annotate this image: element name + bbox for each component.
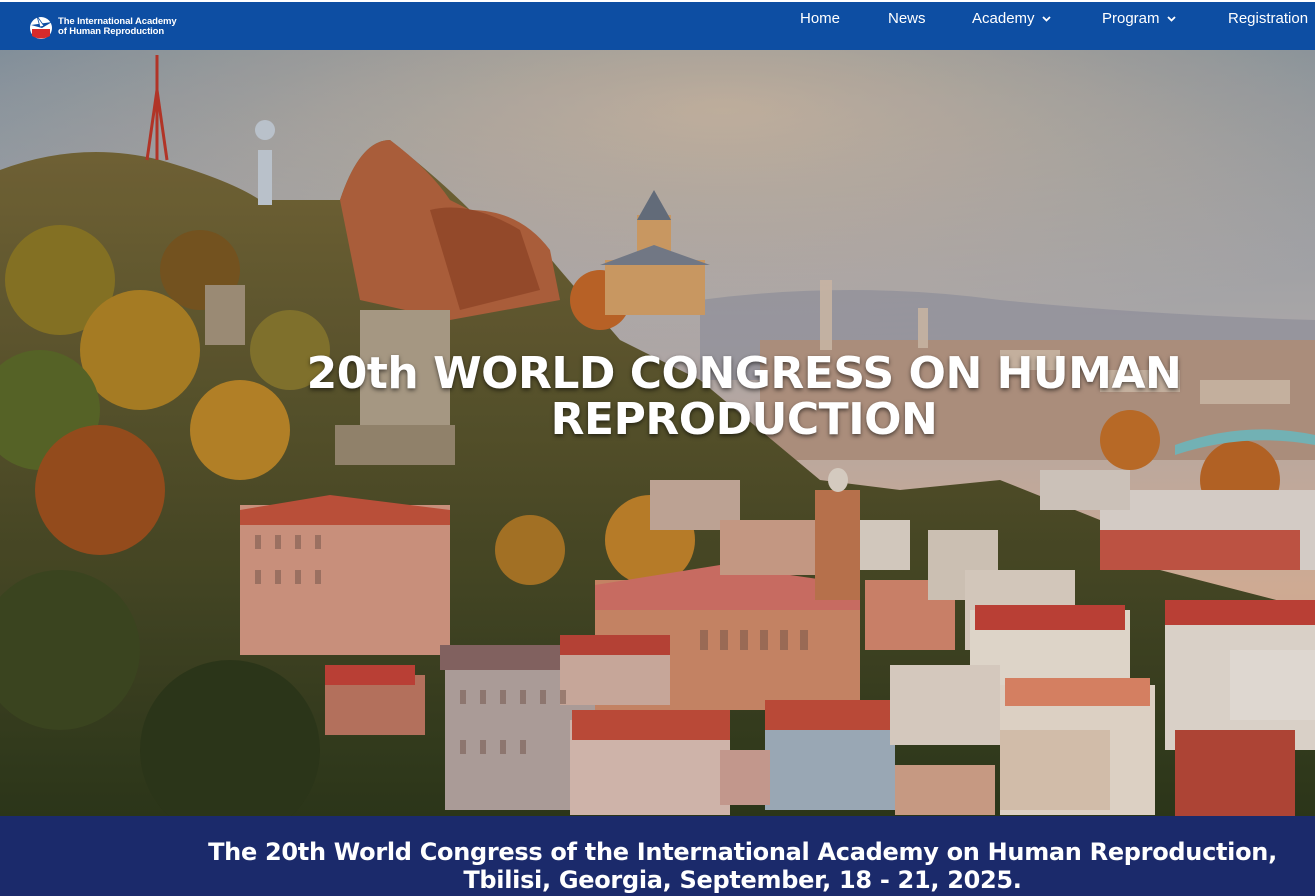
hero-section: 20th WORLD CONGRESS ON HUMAN REPRODUCTIO…	[0, 50, 1315, 816]
nav-registration-label: Registration	[1228, 10, 1309, 27]
main-nav: Home News Academy Program Registration	[0, 2, 1315, 50]
nav-program-dropdown[interactable]: Program	[1102, 10, 1176, 27]
nav-news-link[interactable]: News	[888, 10, 926, 27]
congress-info-text: The 20th World Congress of the Internati…	[208, 838, 1277, 894]
chevron-down-icon	[1166, 15, 1176, 22]
hero-title: 20th WORLD CONGRESS ON HUMAN REPRODUCTIO…	[0, 351, 1315, 443]
nav-news-label: News	[888, 10, 926, 27]
nav-academy-label: Academy	[972, 10, 1035, 27]
chevron-down-icon	[1041, 15, 1051, 22]
hero-title-line1: 20th WORLD CONGRESS ON HUMAN	[306, 348, 1182, 400]
nav-home-label: Home	[800, 10, 841, 27]
nav-program-label: Program	[1102, 10, 1160, 27]
nav-academy-dropdown[interactable]: Academy	[972, 10, 1051, 27]
congress-info-banner: The 20th World Congress of the Internati…	[0, 816, 1315, 896]
nav-home-link[interactable]: Home	[800, 10, 840, 27]
navbar: The International Academy of Human Repro…	[0, 2, 1315, 50]
hero-title-line2: REPRODUCTION	[550, 394, 938, 446]
nav-registration-link[interactable]: Registration	[1228, 10, 1308, 27]
